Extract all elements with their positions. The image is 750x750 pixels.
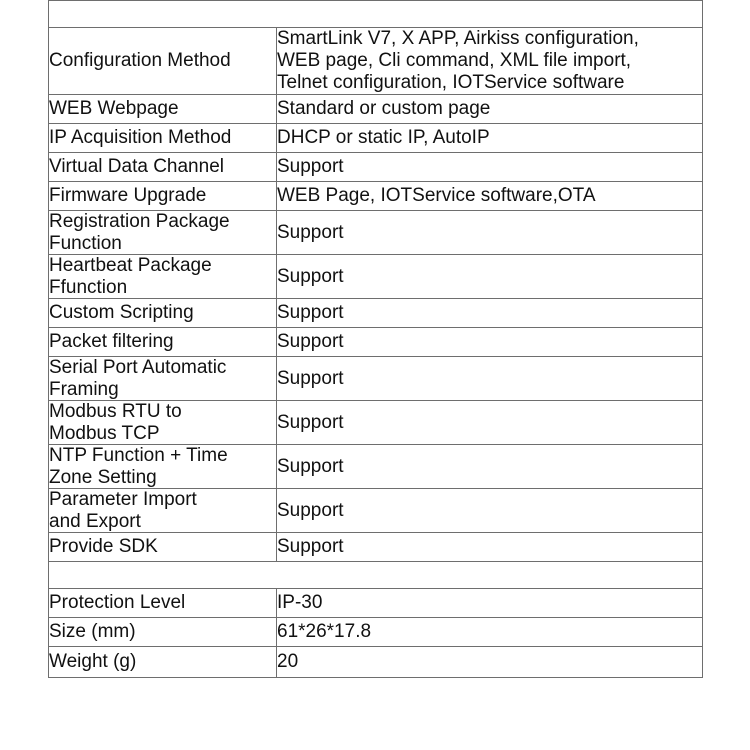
spec-value-text: Support [277, 411, 344, 433]
spec-label-text: Packet filtering [49, 331, 174, 353]
spec-value-cell: DHCP or static IP, AutoIP [276, 123, 703, 153]
spec-row: Protection Level IP-30 [48, 588, 703, 618]
spec-row: Size (mm) 61*26*17.8 [48, 617, 703, 647]
spec-label-text: Weight (g) [49, 651, 137, 673]
spec-value-text: Standard or custom page [277, 98, 491, 119]
spec-label-text: Serial Port Automatic Framing [49, 357, 227, 400]
spec-label-cell: Packet filtering [48, 327, 277, 357]
spec-label-text: Protection Level [49, 592, 186, 614]
spec-label-text: WEB Webpage [49, 98, 179, 120]
spec-label-cell: Custom Scripting [48, 298, 277, 328]
spec-value-text: Support [277, 536, 344, 557]
spec-label-cell: Size (mm) [48, 617, 277, 647]
spec-label-text: Parameter Import and Export [49, 489, 197, 532]
spec-row: Configuration Method SmartLink V7, X APP,… [48, 27, 703, 95]
spec-label-text: Provide SDK [49, 536, 158, 558]
spec-label-cell: Virtual Data Channel [48, 152, 277, 182]
section-header-product-features: Product Features [48, 0, 703, 28]
spec-value-cell: Support [276, 356, 703, 401]
spec-row: Parameter Import and Export Support [48, 488, 703, 533]
section-title: Product Features [49, 2, 224, 25]
spec-value-cell: IP-30 [276, 588, 703, 618]
spec-value-text: Support [277, 156, 344, 177]
section-header-mechanical-properties: Mechanical Properties [48, 561, 703, 589]
spec-value-cell: Support [276, 400, 703, 445]
spec-label-cell: Firmware Upgrade [48, 181, 277, 211]
spec-label-text: Configuration Method [49, 50, 231, 72]
spec-row: NTP Function + Time Zone Setting Support [48, 444, 703, 489]
spec-value-text: Support [277, 221, 344, 243]
spec-label-cell: Serial Port Automatic Framing [48, 356, 277, 401]
spec-row: Packet filtering Support [48, 327, 703, 357]
spec-row: IP Acquisition Method DHCP or static IP, … [48, 123, 703, 153]
spec-label-cell: Protection Level [48, 588, 277, 618]
spec-value-cell: Support [276, 254, 703, 299]
specification-table-body: Product Features Configuration Method Smar… [48, 0, 703, 678]
spec-label-cell: NTP Function + Time Zone Setting [48, 444, 277, 489]
section-header-row: Mechanical Properties [48, 561, 703, 589]
spec-value-cell: Support [276, 444, 703, 489]
spec-row: Virtual Data Channel Support [48, 152, 703, 182]
spec-row: Firmware Upgrade WEB Page, IOTService sof… [48, 181, 703, 211]
spec-value-text: 20 [277, 651, 299, 672]
spec-label-text: IP Acquisition Method [49, 127, 232, 149]
spec-row: Weight (g) 20 [48, 646, 703, 678]
spec-value-cell: WEB Page, IOTService software,OTA [276, 181, 703, 211]
spec-row: WEB Webpage Standard or custom page [48, 94, 703, 124]
spec-row: Heartbeat Package Ffunction Support [48, 254, 703, 299]
spec-row: Registration Package Function Support [48, 210, 703, 255]
spec-value-text: Support [277, 265, 344, 287]
spec-value-text: Support [277, 367, 344, 389]
spec-value-cell: 61*26*17.8 [276, 617, 703, 647]
spec-value-text: Support [277, 455, 344, 477]
spec-value-text: IP-30 [277, 592, 323, 613]
spec-label-text: Size (mm) [49, 621, 136, 643]
spec-value-cell: Support [276, 210, 703, 255]
spec-label-cell: Modbus RTU to Modbus TCP [48, 400, 277, 445]
spec-label-text: Modbus RTU to Modbus TCP [49, 401, 182, 444]
spec-value-cell: Support [276, 152, 703, 182]
spec-value-cell: Support [276, 488, 703, 533]
spec-value-text: DHCP or static IP, AutoIP [277, 127, 490, 148]
spec-value-text: 61*26*17.8 [277, 621, 372, 642]
spec-label-cell: Configuration Method [48, 27, 277, 95]
spec-value-text: Support [277, 331, 344, 352]
spec-label-cell: Provide SDK [48, 532, 277, 562]
spec-row: Modbus RTU to Modbus TCP Support [48, 400, 703, 445]
spec-value-cell: Standard or custom page [276, 94, 703, 124]
spec-row: Serial Port Automatic Framing Support [48, 356, 703, 401]
section-header-row: Product Features [48, 0, 703, 28]
spec-label-cell: Registration Package Function [48, 210, 277, 255]
spec-value-text: Support [277, 499, 344, 521]
spec-label-cell: Heartbeat Package Ffunction [48, 254, 277, 299]
spec-value-cell: Support [276, 298, 703, 328]
spec-label-text: Firmware Upgrade [49, 185, 207, 207]
spec-value-cell: 20 [276, 646, 703, 678]
spec-label-cell: IP Acquisition Method [48, 123, 277, 153]
spec-value-cell: SmartLink V7, X APP, Airkiss configurati… [276, 27, 703, 95]
spec-label-text: NTP Function + Time Zone Setting [49, 445, 228, 488]
spec-label-text: Heartbeat Package Ffunction [49, 255, 212, 298]
spec-value-text: Support [277, 302, 344, 323]
page-root: Product Features Configuration Method Smar… [0, 0, 750, 750]
spec-label-text: Registration Package Function [49, 211, 230, 254]
spec-row: Custom Scripting Support [48, 298, 703, 328]
section-title: Mechanical Properties [49, 563, 275, 586]
spec-label-text: Custom Scripting [49, 302, 194, 324]
spec-row: Provide SDK Support [48, 532, 703, 562]
spec-label-cell: Parameter Import and Export [48, 488, 277, 533]
spec-label-cell: WEB Webpage [48, 94, 277, 124]
spec-label-cell: Weight (g) [48, 646, 277, 678]
spec-value-cell: Support [276, 532, 703, 562]
specification-table: Product Features Configuration Method Smar… [48, 0, 703, 678]
spec-value-text: WEB Page, IOTService software,OTA [277, 185, 596, 206]
spec-value-cell: Support [276, 327, 703, 357]
spec-label-text: Virtual Data Channel [49, 156, 224, 178]
spec-value-text: SmartLink V7, X APP, Airkiss configurati… [277, 28, 639, 93]
